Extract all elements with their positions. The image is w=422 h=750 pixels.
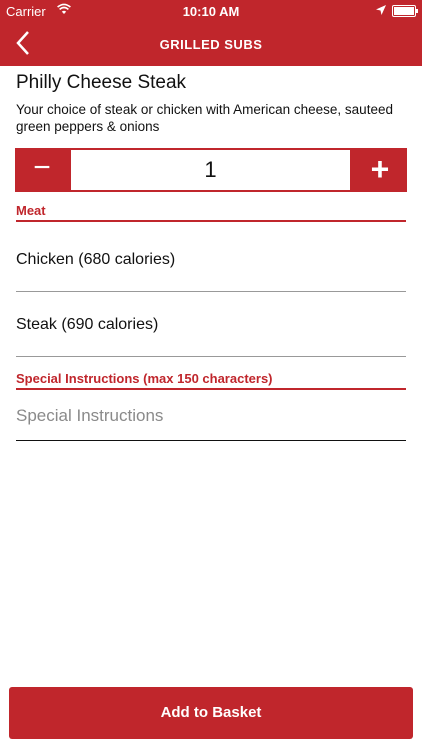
meat-option-chicken[interactable]: Chicken (680 calories)	[16, 227, 406, 292]
special-instructions-input[interactable]: Special Instructions	[16, 404, 406, 441]
quantity-stepper: − 1 +	[15, 148, 407, 192]
meat-option-steak[interactable]: Steak (690 calories)	[16, 292, 406, 357]
meat-section-label: Meat	[16, 203, 406, 222]
special-instructions-label: Special Instructions (max 150 characters…	[16, 371, 406, 390]
battery-icon	[392, 5, 418, 17]
page-title: GRILLED SUBS	[159, 37, 263, 52]
decrease-quantity-button[interactable]: −	[15, 148, 69, 192]
option-label: Chicken (680 calories)	[16, 251, 176, 268]
item-description: Your choice of steak or chicken with Ame…	[16, 102, 393, 134]
option-label: Steak (690 calories)	[16, 316, 159, 333]
nav-bar: Carrier 10:10 AM GRILLED SUBS	[0, 0, 422, 66]
add-to-basket-button[interactable]: Add to Basket	[9, 687, 413, 739]
item-name: Philly Cheese Steak	[16, 72, 187, 93]
clock: 10:10 AM	[182, 4, 240, 19]
location-icon	[376, 3, 386, 18]
increase-quantity-button[interactable]: +	[353, 148, 407, 192]
quantity-value: 1	[71, 150, 350, 190]
status-bar: Carrier 10:10 AM	[0, 0, 422, 22]
special-instructions-placeholder: Special Instructions	[16, 406, 164, 425]
